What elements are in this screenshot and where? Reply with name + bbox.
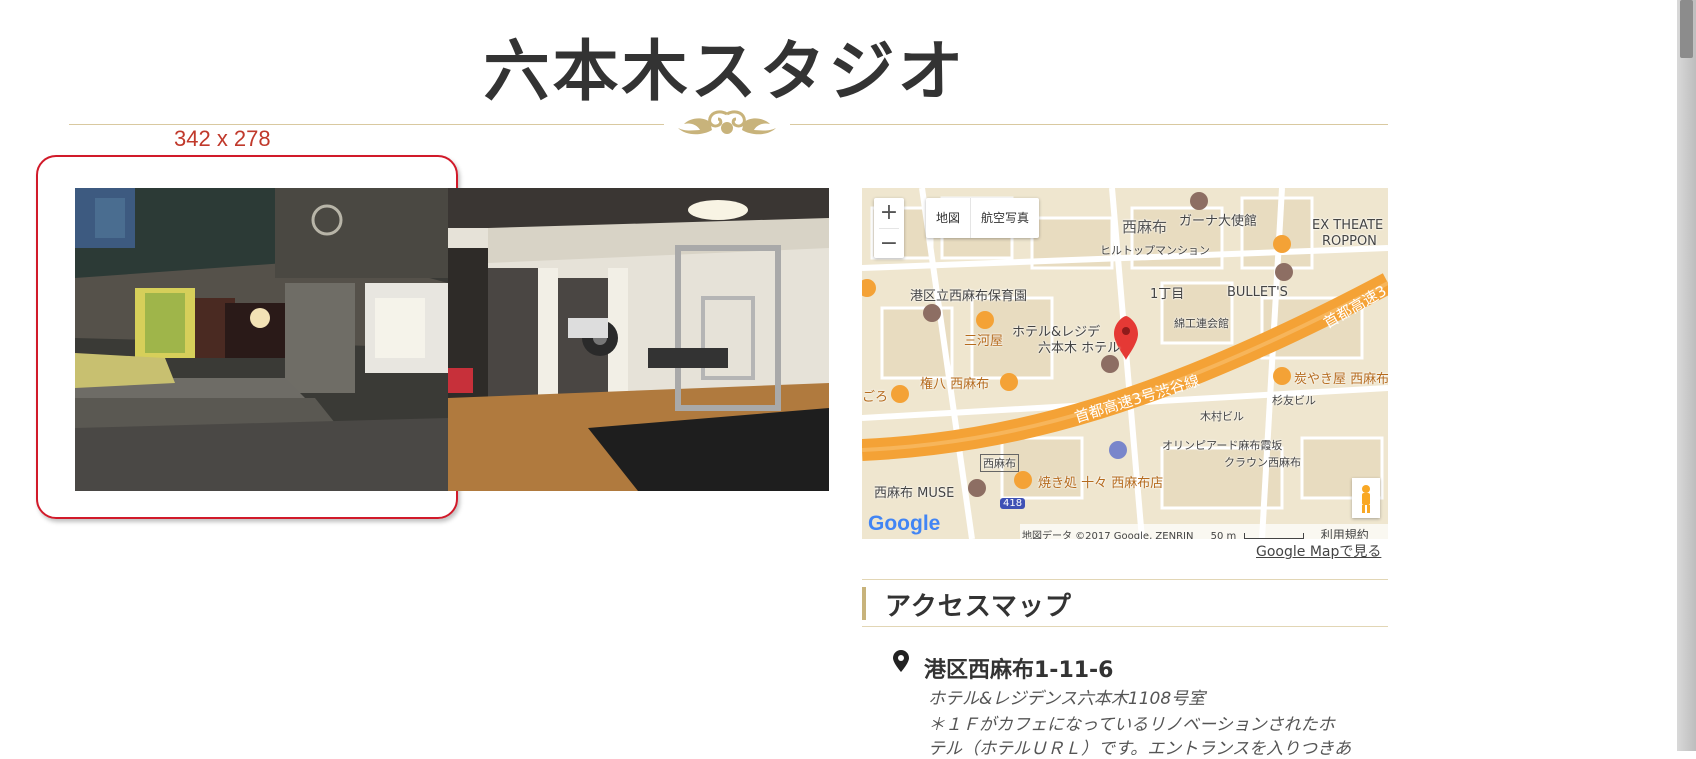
- access-heading-accent-bar: [862, 587, 866, 620]
- google-map[interactable]: + − 地図 航空写真 西麻布 ガーナ大使館 EX THEATE ROPPON …: [862, 188, 1388, 539]
- entrance-photo[interactable]: [75, 188, 448, 491]
- address-note-line: ホテル&レジデンス六本木1108号室: [928, 689, 1206, 709]
- map-terms-link[interactable]: 利用規約: [1321, 528, 1369, 539]
- map-label: 港区立西麻布保育園: [910, 289, 1028, 304]
- page-scrollbar[interactable]: [1677, 0, 1696, 751]
- street-view-pegman-icon[interactable]: [1352, 478, 1380, 518]
- map-label: ヒルトップマンション: [1100, 244, 1210, 257]
- map-label: ガーナ大使館: [1179, 214, 1258, 229]
- address-text: 港区西麻布1-11-6: [924, 658, 1114, 683]
- map-label: 杉友ビル: [1272, 394, 1316, 407]
- location-pin-icon: [893, 650, 909, 672]
- map-label: オリンピアード麻布霞坂: [1162, 439, 1283, 452]
- map-label: 六本木 ホテル: [1038, 341, 1121, 356]
- map-label: BULLET'S: [1227, 285, 1288, 300]
- map-attribution: 地図データ ©2017 Google, ZENRIN: [1022, 531, 1194, 539]
- map-footer: 地図データ ©2017 Google, ZENRIN 50 m 利用規約: [1022, 526, 1369, 539]
- map-scale-bar: [1243, 533, 1304, 539]
- scrollbar-thumb[interactable]: [1680, 0, 1693, 58]
- address-note-line: ＊１Ｆがカフェになっているリノベーションされたホ: [928, 715, 1335, 735]
- title-divider-left: [69, 124, 664, 125]
- ornament-icon: [678, 110, 776, 135]
- map-label: 西麻布 MUSE: [874, 486, 955, 501]
- page-title: 六本木スタジオ: [483, 33, 967, 110]
- google-logo-text: Google: [868, 512, 941, 535]
- map-label: 西麻布: [1122, 218, 1168, 236]
- map-type-map-button[interactable]: 地図: [926, 198, 970, 238]
- map-label: 綿工連会館: [1174, 317, 1229, 330]
- google-logo: Google: [868, 512, 940, 536]
- map-label: 418: [1000, 498, 1026, 509]
- map-scale-text[interactable]: 50 m: [1211, 531, 1237, 539]
- map-type-control: 地図 航空写真: [926, 198, 1040, 238]
- map-label: 三河屋: [964, 334, 1004, 349]
- map-label: ROPPON: [1322, 234, 1377, 249]
- access-heading-top-rule: [862, 579, 1388, 580]
- title-divider-right: [790, 124, 1388, 125]
- map-label: ごろ: [862, 390, 889, 405]
- zoom-out-button[interactable]: −: [874, 229, 904, 259]
- map-label: 1丁目: [1150, 287, 1185, 302]
- dimension-label: 342 x 278: [174, 126, 271, 151]
- zoom-in-button[interactable]: +: [874, 198, 904, 228]
- map-label: EX THEATE: [1312, 218, 1384, 233]
- map-label: クラウン西麻布: [1224, 456, 1301, 469]
- building-entrance-image: [75, 188, 448, 491]
- gym-photo[interactable]: [448, 188, 829, 491]
- map-label: 西麻布: [980, 454, 1019, 472]
- access-heading-bottom-rule: [862, 626, 1388, 627]
- access-map-heading: アクセスマップ: [885, 592, 1072, 622]
- map-zoom-control: + −: [874, 198, 904, 258]
- google-map-link[interactable]: Google Mapで見る: [1256, 541, 1381, 561]
- map-type-satellite-button[interactable]: 航空写真: [971, 198, 1039, 238]
- map-label: 権八 西麻布: [920, 377, 990, 392]
- pegman-icon: [1362, 485, 1370, 513]
- map-label: 炭やき屋 西麻布: [1294, 372, 1388, 387]
- map-label: 焼き処 十々 西麻布店: [1038, 476, 1164, 491]
- map-label: 木村ビル: [1200, 410, 1244, 423]
- gym-interior-image: [448, 188, 829, 491]
- address-note-line: テル（ホテルＵＲＬ）です。エントランスを入りつきあ: [928, 739, 1352, 759]
